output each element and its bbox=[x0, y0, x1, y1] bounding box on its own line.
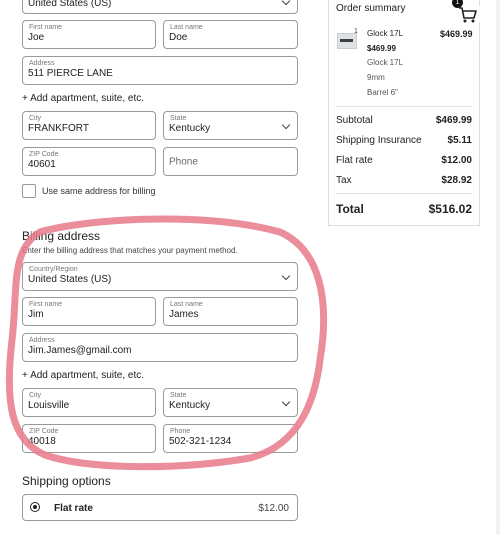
billing-heading: Billing address bbox=[22, 229, 101, 243]
insurance-label: Shipping Insurance bbox=[336, 135, 422, 146]
shipping-state-select[interactable]: State Kentucky bbox=[163, 111, 298, 140]
billing-country-select[interactable]: Country/Region United States (US) bbox=[22, 262, 298, 291]
total-value: $516.02 bbox=[428, 202, 472, 216]
chevron-down-icon bbox=[281, 120, 291, 129]
billing-subtext: Enter the billing address that matches y… bbox=[22, 246, 238, 255]
item-qty: 1 bbox=[354, 28, 358, 35]
shipping-phone-field[interactable]: Phone bbox=[163, 147, 298, 176]
divider bbox=[336, 106, 472, 107]
same-address-checkbox[interactable] bbox=[22, 184, 36, 198]
cart-icon bbox=[459, 7, 477, 23]
flat-rate-label: Flat rate bbox=[54, 503, 93, 514]
field-value: Joe bbox=[28, 32, 45, 43]
field-value: 511 PIERCE LANE bbox=[28, 68, 113, 79]
billing-phone-field[interactable]: Phone 502-321-1234 bbox=[163, 424, 298, 453]
shipping-first-name-field[interactable]: First name Joe bbox=[22, 20, 156, 49]
field-value: Doe bbox=[169, 32, 188, 43]
tax-value: $28.92 bbox=[441, 175, 472, 186]
shipping-last-name-field[interactable]: Last name Doe bbox=[163, 20, 298, 49]
field-value: 502-321-1234 bbox=[169, 436, 232, 447]
shipping-city-field[interactable]: City FRANKFORT bbox=[22, 111, 156, 140]
field-value: Kentucky bbox=[169, 123, 211, 134]
field-label: Address bbox=[29, 60, 55, 67]
field-label: City bbox=[29, 115, 42, 122]
item-caliber: 9mm bbox=[367, 73, 385, 82]
field-value: Jim.James@gmail.com bbox=[28, 345, 132, 356]
total-label: Total bbox=[336, 202, 364, 216]
billing-zip-field[interactable]: ZIP Code 40018 bbox=[22, 424, 156, 453]
field-label: Last name bbox=[170, 301, 203, 308]
item-barrel: Barrel 6" bbox=[367, 88, 398, 97]
field-value: James bbox=[169, 309, 199, 320]
field-label: Address bbox=[29, 337, 55, 344]
radio-selected-icon[interactable] bbox=[30, 502, 40, 512]
field-label: State bbox=[170, 392, 187, 399]
tax-label: Tax bbox=[336, 175, 352, 186]
shipping-country-select[interactable]: United States (US) bbox=[22, 0, 298, 14]
field-value: 40601 bbox=[28, 159, 56, 170]
field-value: Kentucky bbox=[169, 400, 211, 411]
order-summary-title: Order summary bbox=[336, 3, 406, 14]
product-thumbnail bbox=[337, 33, 357, 49]
same-address-label: Use same address for billing bbox=[42, 186, 156, 196]
scrollbar[interactable] bbox=[496, 0, 500, 535]
chevron-down-icon bbox=[281, 397, 291, 406]
field-label: State bbox=[170, 115, 187, 122]
billing-address-field[interactable]: Address Jim.James@gmail.com bbox=[22, 333, 298, 362]
field-label: Country/Region bbox=[29, 266, 78, 273]
shipping-zip-field[interactable]: ZIP Code 40601 bbox=[22, 147, 156, 176]
field-label: First name bbox=[29, 301, 63, 308]
field-label: First name bbox=[29, 24, 63, 31]
flat-rate-price: $12.00 bbox=[258, 503, 289, 514]
subtotal-label: Subtotal bbox=[336, 115, 373, 126]
field-value: United States (US) bbox=[28, 274, 112, 285]
flat-rate-summary-label: Flat rate bbox=[336, 155, 373, 166]
field-value: Louisville bbox=[28, 400, 70, 411]
field-value: Jim bbox=[28, 309, 44, 320]
divider bbox=[336, 193, 472, 194]
item-variant-name: Glock 17L bbox=[367, 58, 404, 67]
chevron-down-icon bbox=[281, 0, 291, 6]
shipping-options-heading: Shipping options bbox=[22, 474, 111, 488]
shipping-country-value: United States (US) bbox=[28, 0, 112, 9]
field-label: Last name bbox=[170, 24, 203, 31]
billing-first-name-field[interactable]: First name Jim bbox=[22, 297, 156, 326]
subtotal-value: $469.99 bbox=[435, 115, 472, 126]
field-label: ZIP Code bbox=[29, 151, 59, 158]
billing-city-field[interactable]: City Louisville bbox=[22, 388, 156, 417]
field-label: Phone bbox=[170, 428, 191, 435]
field-value: FRANKFORT bbox=[28, 123, 89, 134]
billing-last-name-field[interactable]: Last name James bbox=[163, 297, 298, 326]
chevron-down-icon bbox=[281, 271, 291, 280]
add-apartment-link[interactable]: + Add apartment, suite, etc. bbox=[22, 370, 144, 381]
item-name: Glock 17L bbox=[367, 29, 404, 38]
billing-state-select[interactable]: State Kentucky bbox=[163, 388, 298, 417]
flat-rate-option[interactable]: Flat rate $12.00 bbox=[22, 494, 298, 521]
shipping-address-field[interactable]: Address 511 PIERCE LANE bbox=[22, 56, 298, 85]
field-label: City bbox=[29, 392, 42, 399]
item-price: $469.99 bbox=[367, 44, 396, 53]
insurance-value: $5.11 bbox=[447, 135, 472, 146]
field-value: 40018 bbox=[28, 436, 56, 447]
cart-button[interactable]: 1 bbox=[452, 0, 482, 28]
item-line-total: $469.99 bbox=[440, 29, 473, 39]
field-placeholder: Phone bbox=[169, 156, 198, 167]
flat-rate-summary-value: $12.00 bbox=[441, 155, 472, 166]
field-label: ZIP Code bbox=[29, 428, 59, 435]
add-apartment-link[interactable]: + Add apartment, suite, etc. bbox=[22, 93, 144, 104]
